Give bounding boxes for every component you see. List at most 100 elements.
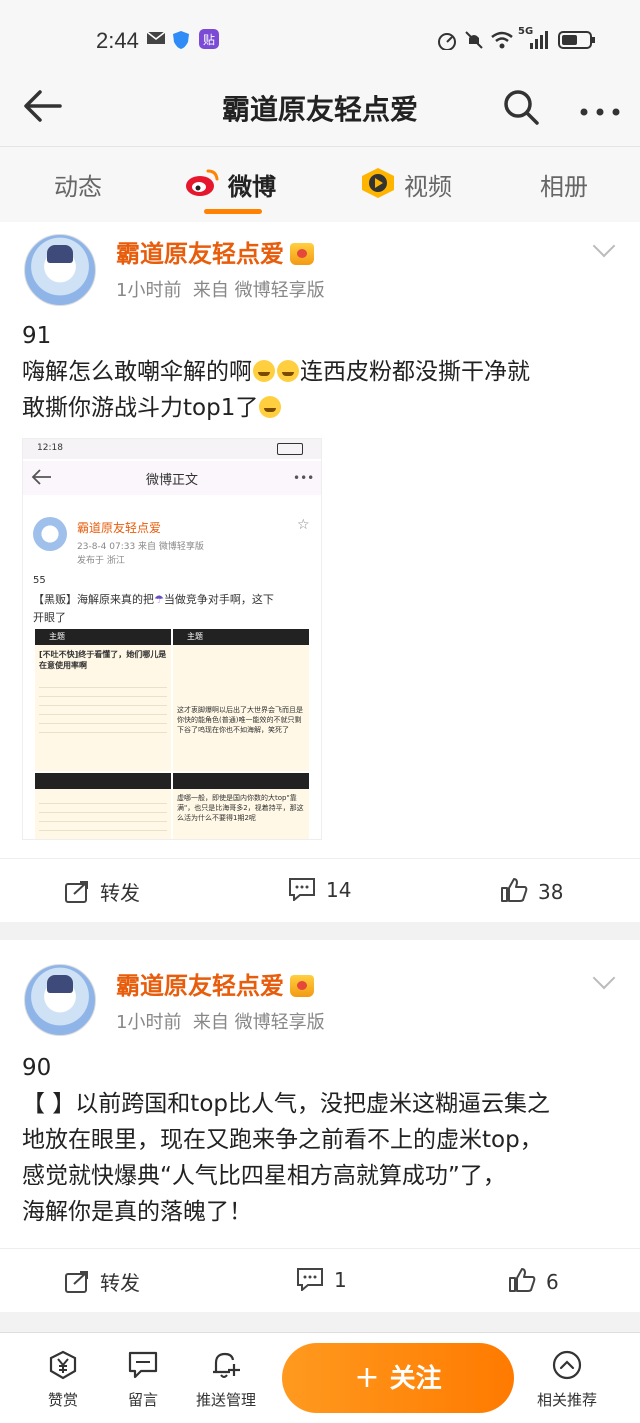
repost-button[interactable]: 转发 xyxy=(64,1267,140,1299)
repost-icon xyxy=(64,880,90,909)
bottom-action-bar: 赞赏 留言 推送管理 + 关注 相关推荐 xyxy=(0,1332,640,1423)
message-button[interactable]: 留言 xyxy=(98,1349,188,1410)
shield-icon xyxy=(172,30,190,54)
plus-icon: + xyxy=(354,1360,380,1395)
message-icon xyxy=(98,1349,188,1385)
post-source: 来自 微博轻享版 xyxy=(192,280,325,301)
avatar[interactable] xyxy=(24,234,96,306)
embedded-panel: 主题 这才衷脚爆啊以后出了大世界会飞而且是你快的能角色(普通)唯一能效的不就只剩… xyxy=(173,629,309,771)
post-time: 1小时前 xyxy=(116,280,182,301)
embedded-panel: 主题 [不吐不快]终于看懂了，她们哪儿是在意使用率啊 xyxy=(35,629,171,771)
comment-icon xyxy=(296,1267,324,1296)
post-text-line: 地放在眼里，现在又跑来争之前看不上的虚米top， xyxy=(22,1127,543,1153)
post-card[interactable]: 霸道原友轻点爱 1小时前 来自 微博轻享版 90 【 】以前跨国和top比人气，… xyxy=(0,940,640,1312)
panel-header: 主题 xyxy=(173,629,309,645)
tab-video[interactable]: 视频 xyxy=(404,167,452,202)
panel-text: [不吐不快]终于看懂了，她们哪儿是在意使用率啊 xyxy=(39,650,167,670)
mute-icon xyxy=(464,30,484,54)
status-time: 2:44 xyxy=(96,28,139,53)
repost-icon xyxy=(64,1270,90,1299)
thumbs-up-icon xyxy=(500,877,528,908)
embedded-username: 霸道原友轻点爱 xyxy=(77,521,162,535)
embedded-location: 发布于 浙江 xyxy=(77,556,125,566)
battery-icon xyxy=(558,30,596,54)
video-tab-icon xyxy=(360,167,396,203)
bell-plus-icon xyxy=(178,1349,274,1385)
embedded-time: 12:18 xyxy=(37,443,63,453)
vip-crown-icon xyxy=(290,975,314,997)
weibo-logo-icon xyxy=(184,167,220,201)
chevron-down-icon[interactable] xyxy=(592,966,616,990)
mail-icon xyxy=(146,30,166,50)
embedded-meta: 23-8-4 07:33 来自 微博轻享版 xyxy=(77,542,204,552)
chevron-up-circle-icon xyxy=(520,1349,614,1385)
laugh-cry-emoji-icon xyxy=(253,360,275,382)
post-actions: 转发 14 38 xyxy=(0,858,640,923)
signal-icon xyxy=(528,30,550,54)
post-card[interactable]: 霸道原友轻点爱 1小时前 来自 微博轻享版 91 嗨解怎么敢嘲伞解的啊 连西皮粉都… xyxy=(0,222,640,922)
tab-weibo[interactable]: 微博 xyxy=(228,167,276,202)
panel-header: 主题 xyxy=(35,629,171,645)
post-text-line: 【 】以前跨国和top比人气，没把虚米这糊逼云集之 xyxy=(22,1091,551,1117)
search-icon[interactable] xyxy=(502,88,540,130)
embedded-more-icon: ••• xyxy=(293,471,315,485)
app-badge-icon: 贴 xyxy=(198,28,220,54)
panel-text: 虚哪一般，即使是国内你数的大top"靠满"，也只是比海哥多2，视着持平，那这么活… xyxy=(177,794,304,822)
tab-album[interactable]: 相册 xyxy=(540,167,588,202)
post-text-line: 嗨解怎么敢嘲伞解的啊 xyxy=(22,359,252,385)
push-settings-button[interactable]: 推送管理 xyxy=(178,1349,274,1410)
post-number: 90 xyxy=(22,1055,52,1081)
post-username[interactable]: 霸道原友轻点爱 xyxy=(116,240,284,268)
embedded-panel xyxy=(35,773,171,839)
profile-tabs: 动态 微博 视频 相册 xyxy=(0,146,640,224)
panel-text: 这才衷脚爆啊以后出了大世界会飞而且是你快的能角色(普通)唯一能效的不就只剩下谷了… xyxy=(177,706,303,734)
post-text-line: 连西皮粉都没撕干净就 xyxy=(300,359,530,385)
embedded-text: 当做竞争对手啊，这下 xyxy=(163,593,274,606)
embedded-avatar xyxy=(33,517,67,551)
post-text-line: 海解你是真的落魄了！ xyxy=(22,1199,252,1225)
post-source: 来自 微博轻享版 xyxy=(192,1012,325,1033)
wifi-icon xyxy=(490,30,514,54)
embedded-star-icon: ☆ xyxy=(297,517,310,533)
like-button[interactable]: 38 xyxy=(500,877,563,908)
umbrella-emoji-icon: ☂ xyxy=(154,593,164,606)
more-icon[interactable] xyxy=(580,102,620,121)
avatar[interactable] xyxy=(24,964,96,1036)
comment-icon xyxy=(288,877,316,906)
page-title: 霸道原友轻点爱 xyxy=(221,93,418,126)
svg-text:贴: 贴 xyxy=(203,33,215,47)
chevron-down-icon[interactable] xyxy=(592,234,616,258)
comment-button[interactable]: 14 xyxy=(288,877,351,906)
like-button[interactable]: 6 xyxy=(508,1267,559,1298)
embedded-number: 55 xyxy=(33,575,46,586)
laugh-cry-emoji-icon xyxy=(277,360,299,382)
post-content: 90 【 】以前跨国和top比人气，没把虚米这糊逼云集之 地放在眼里，现在又跑来… xyxy=(22,1050,622,1230)
post-actions: 转发 1 6 xyxy=(0,1248,640,1313)
post-time: 1小时前 xyxy=(116,1012,182,1033)
embedded-battery-icon xyxy=(277,443,303,455)
vip-crown-icon xyxy=(290,243,314,265)
embedded-title: 微博正文 xyxy=(145,473,198,488)
embedded-text: 【黑贩】海解原来真的把 xyxy=(33,593,154,606)
comment-button[interactable]: 1 xyxy=(296,1267,347,1296)
post-text-line: 感觉就快爆典“人气比四星相方高就算成功”了， xyxy=(22,1163,506,1189)
reward-button[interactable]: 赞赏 xyxy=(18,1349,108,1410)
post-image[interactable]: 12:18 微博正文 ••• 霸道原友轻点爱 ☆ 23-8-4 07:33 来自… xyxy=(22,438,322,840)
yen-coin-icon xyxy=(18,1349,108,1385)
post-content: 91 嗨解怎么敢嘲伞解的啊 连西皮粉都没撕干净就 敢撕你游战斗力top1了 xyxy=(22,318,622,426)
nav-bar: 霸道原友轻点爱 xyxy=(0,70,640,146)
active-tab-indicator xyxy=(204,209,262,214)
tab-dynamics[interactable]: 动态 xyxy=(54,167,102,202)
thumbs-up-icon xyxy=(508,1267,536,1298)
embedded-text: 开眼了 xyxy=(33,611,66,624)
embedded-panel: 虚哪一般，即使是国内你数的大top"靠满"，也只是比海哥多2，视着持平，那这么活… xyxy=(173,773,309,839)
awkward-emoji-icon xyxy=(259,396,282,418)
follow-button[interactable]: + 关注 xyxy=(282,1343,514,1413)
post-text-line: 敢撕你游战斗力top1了 xyxy=(22,395,259,421)
repost-button[interactable]: 转发 xyxy=(64,877,140,909)
status-bar: 2:44 贴 5G xyxy=(0,0,640,80)
related-recommend-button[interactable]: 相关推荐 xyxy=(520,1349,614,1410)
data-speed-icon xyxy=(436,30,458,54)
post-number: 91 xyxy=(22,323,52,349)
post-username[interactable]: 霸道原友轻点爱 xyxy=(116,972,284,1000)
